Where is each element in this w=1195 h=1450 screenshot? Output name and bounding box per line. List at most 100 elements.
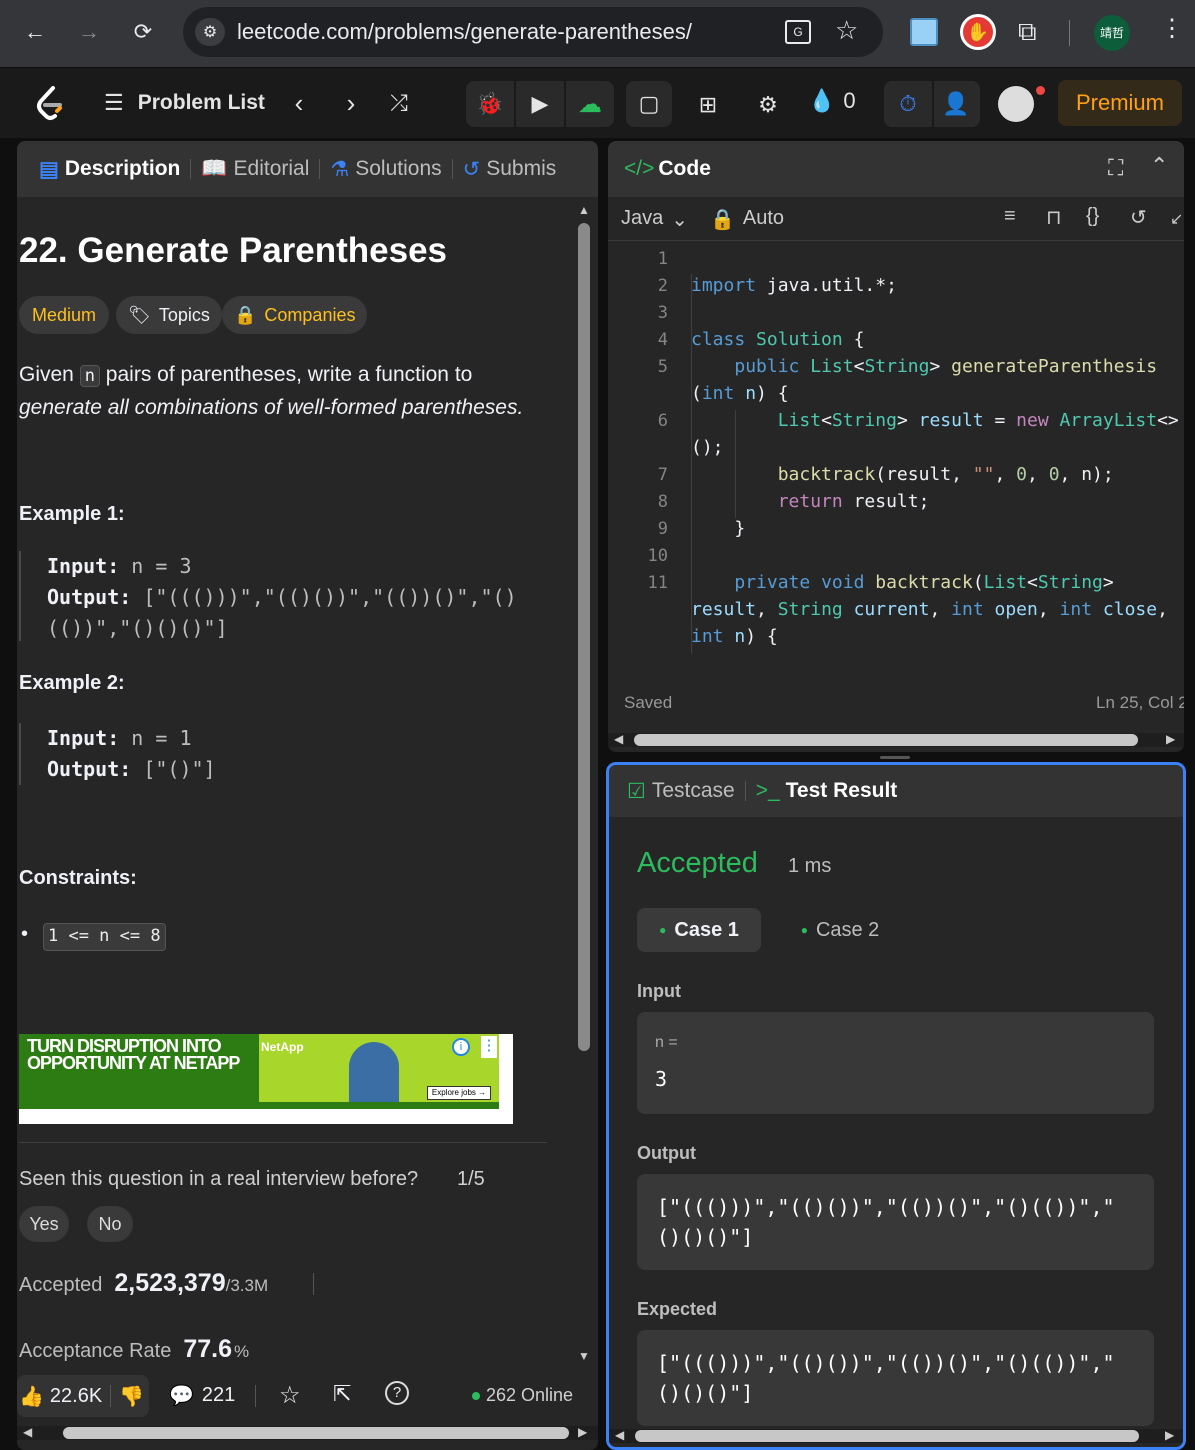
layout-icon[interactable]: ⊞ [690,88,726,122]
hscroll-thumb[interactable] [63,1427,569,1439]
streak-counter[interactable]: 💧 0 [808,88,856,114]
url-text: leetcode.com/problems/generate-parenthes… [237,19,692,44]
tab-test-result[interactable]: >_ Test Result [746,779,908,803]
language-select[interactable]: Java ⌄ [621,207,688,232]
acceptance-rate-stat: Acceptance Rate 77.6% [19,1335,249,1364]
note-icon[interactable]: ▢ [626,81,672,127]
settings-icon[interactable]: ⚙ [750,88,786,122]
reload-icon[interactable]: ⟳ [125,14,161,50]
code-line-5-wrap: (int n) { [691,383,789,404]
debug-icon[interactable]: 🐞 [472,87,508,121]
translate-icon[interactable]: G [785,20,811,44]
code-line-4: class Solution { [691,329,865,350]
resize-handle[interactable] [880,756,910,759]
prev-problem-icon[interactable]: ‹ [284,88,314,118]
forward-icon[interactable]: → [71,14,107,50]
ad-headline: TURN DISRUPTION INTO OPPORTUNITY AT NETA… [27,1037,240,1072]
input-value: 3 [655,1067,668,1091]
difficulty-badge[interactable]: Medium [19,296,109,334]
scroll-up-arrow[interactable]: ▲ [578,203,590,217]
help-icon[interactable]: ? [385,1381,409,1405]
lock-icon: 🔒 [710,209,735,231]
address-bar[interactable]: ⚙ leetcode.com/problems/generate-parenth… [183,7,883,57]
fullscreen-icon[interactable]: ⛶ [1108,155,1123,181]
input-var: n = [655,1034,678,1051]
description-scrollbar[interactable]: ▲ ▼ [577,197,591,1377]
case-2-tab[interactable]: ● Case 2 [785,908,895,952]
user-avatar[interactable] [998,86,1034,122]
code-line-6-wrap: (); [691,437,724,458]
description-tabs: ▤ Description 📖 Editorial ⚗ Solutions ↺ Subm… [17,141,598,197]
tab-description[interactable]: ▤ Description [29,157,190,182]
like-count: 22.6K [49,1384,103,1407]
submit-icon[interactable]: ☁ [570,87,610,121]
timer-icon[interactable]: ⏱ [890,87,926,121]
ad-cta[interactable]: Explore jobs → [427,1086,491,1100]
next-problem-icon[interactable]: › [336,88,366,118]
extensions-icon[interactable]: ⧉ [1018,16,1037,48]
leetcode-logo[interactable] [32,84,68,122]
ad-info-icon[interactable]: i [452,1038,470,1056]
bookmark-icon[interactable]: ⊓ [1046,205,1062,230]
description-panel: ▤ Description 📖 Editorial ⚗ Solutions ↺ Subm… [17,141,598,1450]
site-settings-icon[interactable]: ⚙ [195,18,225,46]
toolbar-divider [1069,20,1070,46]
example-1-block: Input: n = 3 Output: ["((()))","(()())",… [19,551,559,641]
online-dot [472,1391,480,1400]
tab-submissions[interactable]: ↺ Submis [453,157,567,182]
ad-menu-icon[interactable]: ⋮ [481,1036,497,1058]
share-icon[interactable]: ⇱ [333,1381,351,1407]
problem-list-link[interactable]: ☰ Problem List [104,90,265,116]
collapse-icon[interactable]: ⌃ [1150,153,1168,179]
comments-button[interactable]: 💬 221 [169,1383,235,1408]
back-icon[interactable]: ← [17,14,53,50]
ad-brand: NetApp [261,1040,304,1054]
scroll-down-arrow[interactable]: ▼ [578,1349,590,1363]
description-hscrollbar[interactable]: ◀ ▶ [17,1425,598,1440]
favorite-star-icon[interactable]: ☆ [279,1381,301,1410]
premium-button[interactable]: Premium [1058,80,1182,126]
tab-solutions[interactable]: ⚗ Solutions [320,157,451,182]
accepted-value: 2,523,379 [114,1269,226,1297]
code-editor[interactable]: 1 2 import java.util.*; 3 4 class Solution… [608,247,1184,663]
tab-code[interactable]: </> Code [608,157,721,181]
tab-testcase[interactable]: ☑ Testcase [627,779,745,804]
adblock-icon[interactable]: ✋ [960,14,996,50]
thumbs-up-icon: 👍 [19,1385,44,1408]
tab-editorial-label: Editorial [233,157,310,180]
reset-icon[interactable]: ↺ [1130,205,1147,230]
code-hscrollbar[interactable]: ◀ ▶ [608,732,1184,747]
timer-group: ⏱ 👤 [884,81,980,127]
topics-tag[interactable]: 🏷 Topics [116,296,222,334]
rate-unit: % [234,1342,250,1361]
topics-label: Topics [158,304,210,325]
yes-button[interactable]: Yes [19,1206,69,1242]
extension-screen-icon[interactable] [910,18,938,46]
companies-tag[interactable]: 🔒 Companies [222,296,368,334]
star-icon[interactable]: ☆ [835,15,858,46]
expected-box: ["((()))","(()())","(())()","()(())"," (… [637,1330,1154,1426]
thumbs-down-icon[interactable]: 👎 [119,1384,144,1409]
invite-icon[interactable]: 👤 [938,87,974,121]
profile-avatar[interactable]: 靖哲 [1094,15,1130,51]
braces-icon[interactable]: {} [1086,205,1099,228]
result-hscrollbar[interactable]: ◀ ▶ [609,1428,1183,1443]
chrome-menu-icon[interactable]: ⋮ [1160,14,1184,43]
case-1-tab[interactable]: ● Case 1 [637,908,761,952]
scroll-thumb[interactable] [578,223,590,1051]
ad-banner[interactable]: TURN DISRUPTION INTO OPPORTUNITY AT NETA… [19,1034,513,1124]
like-button[interactable]: 👍 22.6K [17,1384,102,1409]
constraint-code: 1 <= n <= 8 [43,923,166,951]
auto-mode[interactable]: 🔒 Auto [710,207,784,232]
result-hscroll-thumb[interactable] [635,1430,1139,1442]
list-icon: ☰ [104,90,124,115]
terminal-icon: >_ [755,779,780,802]
code-hscroll-thumb[interactable] [634,734,1138,746]
no-button[interactable]: No [87,1206,133,1242]
expand-icon[interactable]: ↙ [1170,209,1183,229]
format-icon[interactable]: ≡ [1004,205,1016,228]
tab-editorial[interactable]: 📖 Editorial [191,157,319,181]
shuffle-icon[interactable]: ⤮ [384,88,414,118]
browser-toolbar: ← → ⟳ ⚙ leetcode.com/problems/generate-p… [0,0,1195,67]
run-icon[interactable]: ▶ [522,87,558,121]
